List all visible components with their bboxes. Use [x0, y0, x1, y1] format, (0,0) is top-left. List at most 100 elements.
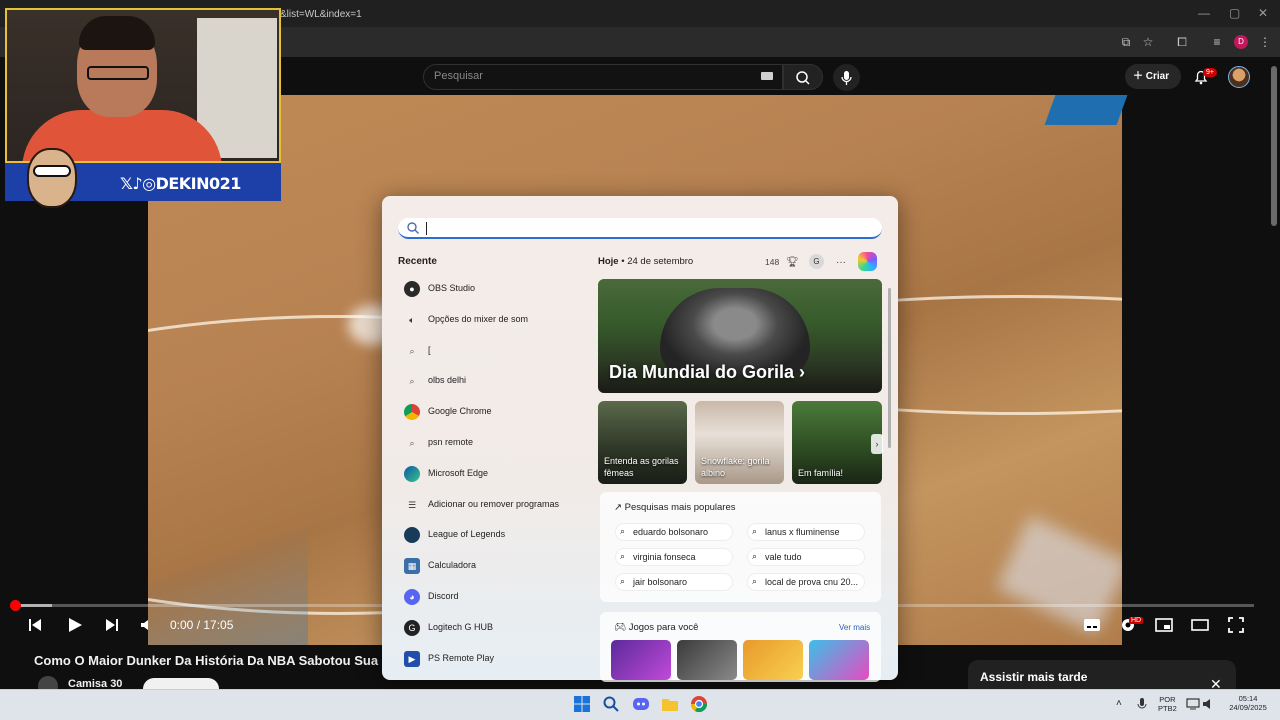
plus-icon: ＋ — [1133, 71, 1146, 82]
microphone-icon[interactable] — [1136, 697, 1154, 715]
keyboard-language[interactable]: POR PTB2 — [1158, 695, 1177, 713]
keyboard-icon[interactable] — [761, 72, 773, 80]
logitech-icon: G — [404, 619, 420, 636]
recent-item-label: League of Legends — [428, 529, 506, 540]
video-title: Como O Maior Dunker Da História Da NBA S… — [34, 653, 384, 668]
search-icon: ⌕ — [752, 576, 758, 586]
recent-item-label: OBS Studio — [428, 283, 476, 293]
clock-date: 24/09/2025 — [1229, 703, 1267, 712]
minimize-icon[interactable]: — — [1198, 6, 1210, 20]
previous-video-icon[interactable] — [27, 617, 43, 633]
search-icon: ⌕ — [620, 551, 626, 561]
system-clock[interactable]: 05:14 24/09/2025 — [1222, 694, 1274, 712]
blurred-player — [996, 515, 1122, 635]
more-options-icon[interactable]: ··· — [836, 257, 846, 268]
total-time: 17:05 — [203, 618, 234, 632]
time-separator: / — [193, 618, 204, 632]
search-icon: ⌕ — [752, 551, 758, 561]
recent-item[interactable]: 🔈︎ Opções do mixer de som — [404, 310, 594, 332]
recent-item[interactable]: ⌕[ — [404, 341, 594, 363]
see-more-link[interactable]: Ver mais — [839, 623, 870, 632]
chevron-up-icon[interactable]: ˄ — [1116, 698, 1122, 709]
close-window-icon[interactable]: ✕ — [1258, 6, 1268, 20]
windows-start-icon[interactable] — [573, 695, 591, 713]
hero-title: Dia Mundial do Gorila — [609, 362, 795, 382]
miniplayer-icon[interactable] — [1155, 617, 1173, 633]
youtube-account-avatar[interactable] — [1228, 66, 1250, 88]
news-card-3[interactable]: Em família! — [792, 401, 882, 484]
search-icon[interactable] — [602, 695, 620, 713]
recent-item[interactable]: Google Chrome — [404, 402, 594, 424]
game-thumbnail[interactable] — [611, 640, 671, 680]
recent-item[interactable]: ⌕ olbs delhi — [404, 371, 594, 393]
browser-menu-icon[interactable]: ⋮ — [1257, 34, 1273, 50]
maximize-icon[interactable]: ▢ — [1229, 6, 1240, 20]
recent-item-label: Opções do mixer de som — [428, 313, 529, 324]
lol-icon — [404, 527, 420, 544]
recent-item[interactable]: ☰ Adicionar ou remover programas — [404, 495, 594, 517]
create-button[interactable]: ＋ Criar — [1125, 64, 1181, 89]
popular-search-text: local de prova cnu 20... — [765, 577, 859, 587]
install-app-icon[interactable]: ⧉ — [1118, 34, 1134, 50]
windows-search-input[interactable] — [398, 218, 882, 239]
search-icon: ⌕ — [620, 526, 626, 536]
search-icon: ⌕ — [409, 345, 415, 356]
browser-profile-avatar[interactable]: D — [1234, 35, 1248, 49]
carousel-next-icon[interactable]: › — [871, 434, 883, 454]
search-placeholder: Pesquisar — [434, 70, 483, 82]
today-dot: • — [621, 256, 625, 267]
progress-scrubber-handle[interactable] — [10, 600, 21, 611]
rewards-points[interactable]: 148 — [765, 257, 779, 267]
next-video-icon[interactable] — [104, 617, 120, 633]
url-text[interactable]: &list=WL&index=1 — [280, 9, 362, 20]
bookmark-star-icon[interactable]: ☆ — [1140, 34, 1156, 50]
cartoon-mascot — [27, 148, 77, 208]
news-card-2[interactable]: Snowflake: gorila albino — [695, 401, 784, 484]
game-thumbnail[interactable] — [743, 640, 803, 680]
games-heading-row: 🎮︎ Jogos para você — [614, 622, 698, 633]
webcam-feed — [5, 8, 281, 163]
language-code: POR — [1159, 695, 1176, 704]
game-thumbnail[interactable] — [809, 640, 869, 680]
social-handle-row: 𝕏♪◎DEKIN021 — [120, 174, 241, 193]
panel-scrollbar[interactable] — [888, 288, 891, 448]
hd-badge: HD — [1129, 617, 1144, 624]
recent-item[interactable]: ◕ Discord — [404, 587, 594, 609]
voice-search-button[interactable] — [833, 64, 860, 91]
search-icon: ⌕ — [752, 526, 758, 536]
youtube-search-button[interactable] — [783, 64, 823, 90]
volume-icon[interactable] — [1202, 697, 1220, 715]
fullscreen-icon[interactable] — [1227, 616, 1245, 634]
subtitles-icon[interactable] — [1083, 617, 1101, 633]
discord-icon: ◕ — [404, 589, 420, 605]
chrome-icon[interactable] — [690, 695, 708, 713]
search-icon: ⌕ — [409, 376, 415, 387]
play-icon[interactable] — [66, 616, 84, 634]
recent-item-label: Microsoft Edge — [428, 467, 489, 478]
account-avatar[interactable]: G — [809, 254, 824, 269]
copilot-icon[interactable] — [858, 252, 877, 271]
page-scrollbar[interactable] — [1271, 66, 1277, 226]
recent-item[interactable]: ▶ PS Remote Play — [404, 649, 594, 671]
game-thumbnail[interactable] — [677, 640, 737, 680]
recent-item[interactable]: ▦ Calculadora — [404, 556, 594, 578]
extensions-icon[interactable]: ⧠ — [1174, 34, 1190, 50]
recent-item[interactable]: ● OBS Studio — [404, 279, 594, 301]
discord-icon[interactable] — [632, 695, 650, 713]
text-caret — [426, 222, 427, 235]
recent-item[interactable]: League of Legends — [404, 525, 594, 547]
recent-item[interactable]: Microsoft Edge — [404, 464, 594, 486]
news-card-1[interactable]: Entenda as gorilas fêmeas — [598, 401, 687, 484]
theater-mode-icon[interactable] — [1191, 618, 1209, 632]
volume-icon[interactable] — [139, 617, 155, 633]
recent-item[interactable]: ⌕ psn remote — [404, 433, 594, 455]
recent-item[interactable]: G Logitech G HUB — [404, 618, 594, 640]
media-queue-icon[interactable]: ≡ — [1209, 34, 1225, 50]
settings-list-icon: ☰ — [407, 499, 417, 510]
search-icon: ⌕ — [409, 438, 415, 448]
rewards-trophy-icon[interactable]: 🏆︎ — [786, 257, 799, 268]
file-explorer-icon[interactable] — [661, 695, 679, 713]
hero-title-row[interactable]: Dia Mundial do Gorila › — [609, 362, 805, 383]
cartoon-glasses — [33, 165, 71, 177]
edge-icon — [404, 465, 420, 482]
